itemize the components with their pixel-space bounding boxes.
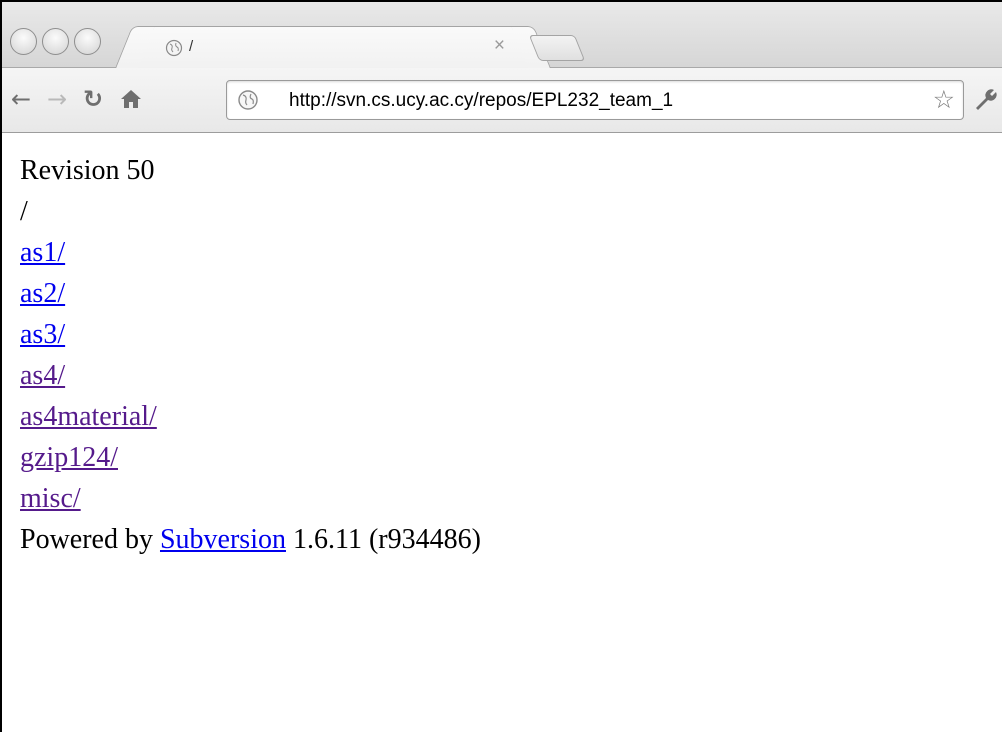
dir-link-as4[interactable]: as4/: [20, 360, 65, 391]
dir-link-as2[interactable]: as2/: [20, 278, 65, 309]
home-icon[interactable]: [116, 82, 146, 116]
url-text[interactable]: http://svn.cs.ucy.ac.cy/repos/EPL232_tea…: [289, 90, 673, 112]
toolbar: ← → ↻ http://svn.cs.ucy.ac.cy/repos/EPL2…: [2, 68, 1002, 133]
address-bar[interactable]: http://svn.cs.ucy.ac.cy/repos/EPL232_tea…: [226, 80, 964, 120]
dir-link-misc[interactable]: misc/: [20, 483, 81, 514]
current-path: /: [20, 196, 28, 227]
tab-close-icon[interactable]: ×: [494, 35, 505, 57]
forward-arrow-icon[interactable]: →: [42, 82, 72, 116]
subversion-link[interactable]: Subversion: [160, 524, 286, 555]
reload-icon[interactable]: ↻: [78, 82, 108, 116]
tab-title: /: [189, 38, 194, 55]
tab-active[interactable]: / ×: [134, 26, 532, 69]
footer-prefix: Powered by: [20, 524, 160, 555]
globe-icon: [165, 39, 183, 57]
globe-icon: [238, 90, 258, 110]
page-content: Revision 50 / as1/ as2/ as3/ as4/ as4mat…: [20, 150, 481, 560]
bookmark-star-icon[interactable]: ☆: [933, 85, 955, 114]
browser-window: / × ← → ↻ http://svn.cs.ucy.ac.cy/repos/…: [0, 0, 1002, 732]
zoom-window-button[interactable]: [74, 28, 101, 55]
wrench-icon[interactable]: [972, 86, 1000, 114]
dir-link-as4material[interactable]: as4material/: [20, 401, 157, 432]
dir-link-gzip124[interactable]: gzip124/: [20, 442, 118, 473]
close-window-button[interactable]: [10, 28, 37, 55]
powered-by-footer: Powered by Subversion 1.6.11 (r934486): [20, 519, 481, 560]
tab-strip: / ×: [2, 2, 1002, 69]
dir-link-as1[interactable]: as1/: [20, 237, 65, 268]
footer-version: 1.6.11 (r934486): [285, 524, 481, 555]
new-tab-button[interactable]: [528, 35, 586, 61]
minimize-window-button[interactable]: [42, 28, 69, 55]
dir-link-as3[interactable]: as3/: [20, 319, 65, 350]
revision-heading: Revision 50: [20, 155, 155, 186]
back-arrow-icon[interactable]: ←: [6, 82, 36, 116]
